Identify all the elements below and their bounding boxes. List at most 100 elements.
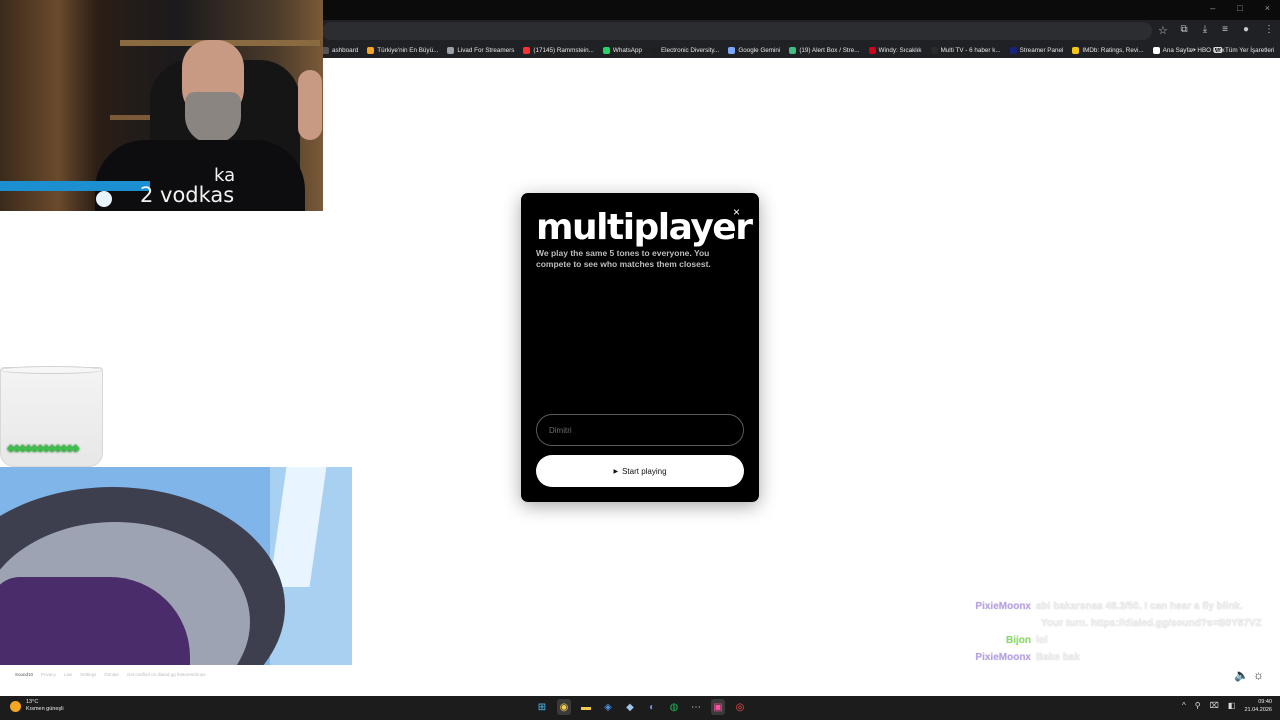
close-window-button[interactable]: ×: [1265, 3, 1270, 13]
microphone-icon[interactable]: ⚲: [1195, 701, 1201, 710]
bookmark-favicon-icon: [930, 46, 938, 54]
streaming-app-icon[interactable]: ▣: [711, 699, 725, 715]
clover-glass-overlay: ♣♣♣♣♣♣♣♣♣♣♣♣: [0, 366, 103, 467]
spotify-icon[interactable]: ◍: [667, 699, 681, 715]
bookmark-label: IMDb: Ratings, Revi...: [1082, 46, 1144, 54]
download-icon[interactable]: ⤓: [1203, 24, 1207, 35]
bookmark-favicon-icon: [602, 46, 610, 54]
bookmark-item[interactable]: Türkiye'nin En Büyü...: [367, 46, 439, 54]
bookmark-label: Türkiye'nin En Büyü...: [377, 46, 439, 54]
close-icon[interactable]: ×: [733, 205, 740, 219]
profile-icon[interactable]: ●: [1243, 24, 1249, 35]
footer-link[interactable]: Settings: [80, 672, 96, 677]
chat-text: Bake bak: [1036, 652, 1080, 663]
maximize-button[interactable]: □: [1237, 3, 1242, 13]
bookmark-favicon-icon: [650, 46, 658, 54]
weather-widget[interactable]: 13°C Kısmen güneşli: [10, 699, 64, 713]
modal-title: multiplayer: [536, 207, 753, 248]
bookmark-item[interactable]: (17145) Rammstein...: [523, 46, 594, 54]
bookmark-item[interactable]: ashboard: [322, 46, 358, 54]
glass-rim: [0, 366, 103, 374]
bookmark-favicon-icon: [1009, 46, 1017, 54]
clock-time: 09:40: [1258, 699, 1272, 705]
bookmarks-more-icon[interactable]: »: [1191, 45, 1195, 54]
volume-icon[interactable]: 🔈: [1234, 668, 1249, 682]
window-controls: – □ ×: [1210, 3, 1270, 13]
extensions-icon[interactable]: ⧉: [1181, 24, 1188, 35]
bookmark-favicon-icon: [322, 46, 329, 54]
address-bar[interactable]: [322, 22, 1152, 40]
partly-sunny-icon: [10, 700, 21, 712]
file-explorer-icon[interactable]: ▬: [579, 699, 593, 715]
bookmark-item[interactable]: Livad For Streamers: [447, 46, 514, 54]
bookmark-label: (17145) Rammstein...: [533, 46, 594, 54]
chat-overlay: PixieMoonx abi bakarsnaa 48.3/50. I can …: [960, 598, 1272, 666]
bookmark-item[interactable]: Streamer Panel: [1009, 46, 1064, 54]
bookmark-star-icon[interactable]: ☆: [1158, 24, 1168, 37]
bookmark-label: Google Gemini: [738, 46, 781, 54]
bookmark-favicon-icon: [447, 46, 455, 54]
bookmark-item[interactable]: Multi TV - 6 haber k...: [930, 46, 1001, 54]
display-icon[interactable]: ⌧: [1210, 701, 1219, 710]
player-name-input[interactable]: [536, 414, 744, 446]
steam-icon[interactable]: ◆: [623, 699, 637, 715]
chrome-icon[interactable]: ◉: [557, 699, 571, 715]
bookmarks-list: ashboard Türkiye'nin En Büyü... Livad For …: [322, 42, 1225, 58]
all-bookmarks-label: Tüm Yer İşaretleri: [1225, 46, 1275, 54]
chat-username: PixieMoonx: [975, 601, 1031, 612]
weather-temp: 13°C: [26, 699, 39, 705]
bookmark-label: Streamer Panel: [1019, 46, 1064, 54]
clover-icon: ♣♣♣♣♣♣♣♣♣♣♣♣: [7, 441, 79, 455]
footer-link[interactable]: Privacy: [41, 672, 56, 677]
bookmark-label: Electronic Diversity...: [660, 46, 720, 54]
shirt-text-line2: 2 vodkas: [140, 183, 235, 207]
chat-text: abi bakarsnaa 48.3/50. I can hear a fly …: [1036, 601, 1243, 612]
multiplayer-modal: multiplayer × We play the same 5 tones t…: [521, 193, 759, 502]
webcam-overlay: ka 2 vodkas: [0, 0, 323, 211]
bookmark-item[interactable]: WhatsApp: [602, 46, 642, 54]
bookmark-item[interactable]: Windy: Sıcaklık: [868, 46, 922, 54]
chat-message: Bijon lol: [960, 632, 1272, 649]
bookmark-favicon-icon: [728, 46, 736, 54]
media-icon[interactable]: ≡: [1222, 24, 1228, 35]
bookmark-label: Multi TV - 6 haber k...: [940, 46, 1001, 54]
start-playing-label: Start playing: [622, 466, 667, 476]
start-playing-button[interactable]: ▶ Start playing: [536, 455, 744, 487]
system-clock[interactable]: 09:40 21.04.2026: [1242, 698, 1272, 714]
bookmark-favicon-icon: [523, 46, 531, 54]
play-icon: ▶: [613, 468, 619, 475]
system-tray: ^ ⚲ ⌧ ◧: [1182, 701, 1235, 710]
folder-icon: [1214, 47, 1222, 53]
all-bookmarks-folder[interactable]: Tüm Yer İşaretleri: [1214, 42, 1274, 58]
footer-brand[interactable]: Sound10: [15, 672, 33, 677]
network-icon[interactable]: ◧: [1228, 701, 1236, 710]
bookmark-item[interactable]: IMDb: Ratings, Revi...: [1072, 46, 1144, 54]
bookmark-label: (19) Alert Box / Stre...: [799, 46, 860, 54]
minimize-button[interactable]: –: [1210, 3, 1215, 13]
footer-link[interactable]: Get notified on dialed.gg features/drops: [127, 672, 206, 677]
bookmark-favicon-icon: [868, 46, 876, 54]
pet-cam-overlay: [0, 467, 352, 665]
tray-overflow-icon[interactable]: ^: [1182, 701, 1186, 710]
footer-link[interactable]: Donate: [104, 672, 119, 677]
taskbar: 13°C Kısmen güneşli ⊞ ◉ ▬ ◈ ◆ ◐ ◍ ⋯ ▣ ◎ …: [0, 696, 1280, 720]
bookmark-favicon-icon: [1072, 46, 1080, 54]
chat-message: PixieMoonx Bake bak: [960, 649, 1272, 666]
epic-games-icon[interactable]: ⋯: [689, 699, 703, 715]
bookmark-item[interactable]: Google Gemini: [728, 46, 781, 54]
footer-link[interactable]: Law: [64, 672, 72, 677]
edge-icon[interactable]: ◈: [601, 699, 615, 715]
toolbar-icons: ⧉ ⤓ ≡ ● ⋮: [1181, 24, 1274, 35]
mic-arm: [0, 181, 150, 191]
clock-date: 21.04.2026: [1244, 707, 1272, 713]
chat-username: PixieMoonx: [975, 652, 1031, 663]
bookmark-item[interactable]: Electronic Diversity...: [650, 46, 720, 54]
theme-toggle-icon[interactable]: ☼: [1253, 668, 1264, 682]
bookmark-item[interactable]: (19) Alert Box / Stre...: [789, 46, 860, 54]
menu-icon[interactable]: ⋮: [1264, 24, 1274, 35]
discord-icon[interactable]: ◐: [645, 699, 659, 715]
start-menu-icon[interactable]: ⊞: [535, 699, 549, 715]
bookmark-favicon-icon: [367, 46, 375, 54]
recorder-icon[interactable]: ◎: [733, 699, 747, 715]
chat-text: lol: [1036, 635, 1048, 646]
